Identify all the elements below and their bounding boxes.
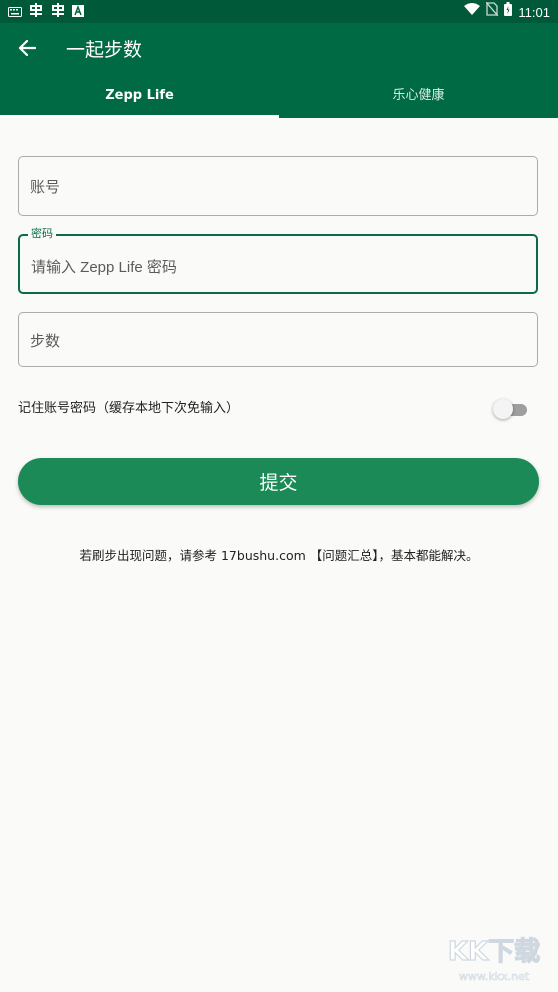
password-label: 密码	[28, 227, 56, 241]
watermark-logo-text: KK下载	[448, 937, 540, 967]
tab-label: 乐心健康	[392, 88, 445, 103]
back-button[interactable]	[12, 35, 42, 65]
status-bar: 11:01	[0, 0, 558, 23]
remember-label: 记住账号密码（缓存本地下次免输入）	[18, 401, 240, 416]
password-field[interactable]: 密码 请输入 Zepp Life 密码	[18, 227, 538, 294]
submit-button[interactable]: 提交	[18, 458, 539, 505]
battery-icon	[504, 2, 513, 22]
tab-indicator	[0, 115, 279, 118]
steps-placeholder: 步数	[30, 333, 61, 350]
app-bar: 一起步数 Zepp Life 乐心健康	[0, 23, 558, 118]
app-icon	[28, 2, 44, 24]
tab-bar: Zepp Life 乐心健康	[0, 81, 558, 118]
app-icon	[50, 2, 66, 24]
no-sim-icon	[485, 1, 499, 22]
watermark-url: www.kkx.net	[459, 970, 530, 983]
a-icon	[72, 4, 84, 23]
password-placeholder: 请输入 Zepp Life 密码	[31, 259, 177, 276]
keyboard-icon	[8, 4, 22, 23]
toggle-thumb	[493, 399, 513, 419]
arrow-back-icon	[18, 39, 37, 61]
account-field[interactable]: 账号	[18, 156, 538, 216]
status-bar-right: 11:01	[464, 1, 550, 22]
kk-logo-icon: KK下载 www.kkx.net	[447, 936, 540, 983]
remember-toggle[interactable]	[493, 399, 527, 419]
steps-field[interactable]: 步数	[18, 312, 538, 367]
wifi-icon	[464, 2, 481, 22]
page-title: 一起步数	[66, 39, 143, 61]
status-bar-left	[8, 2, 84, 24]
watermark: KK下载 www.kkx.net	[434, 928, 554, 988]
help-text: 若刷步出现问题，请参考 17bushu.com 【问题汇总】，基本都能解决。	[79, 548, 479, 563]
tab-label: Zepp Life	[105, 88, 174, 103]
tab-lexin-health[interactable]: 乐心健康	[279, 81, 558, 118]
account-placeholder: 账号	[30, 179, 61, 196]
tab-zepp-life[interactable]: Zepp Life	[0, 81, 279, 118]
status-time: 11:01	[518, 4, 550, 20]
